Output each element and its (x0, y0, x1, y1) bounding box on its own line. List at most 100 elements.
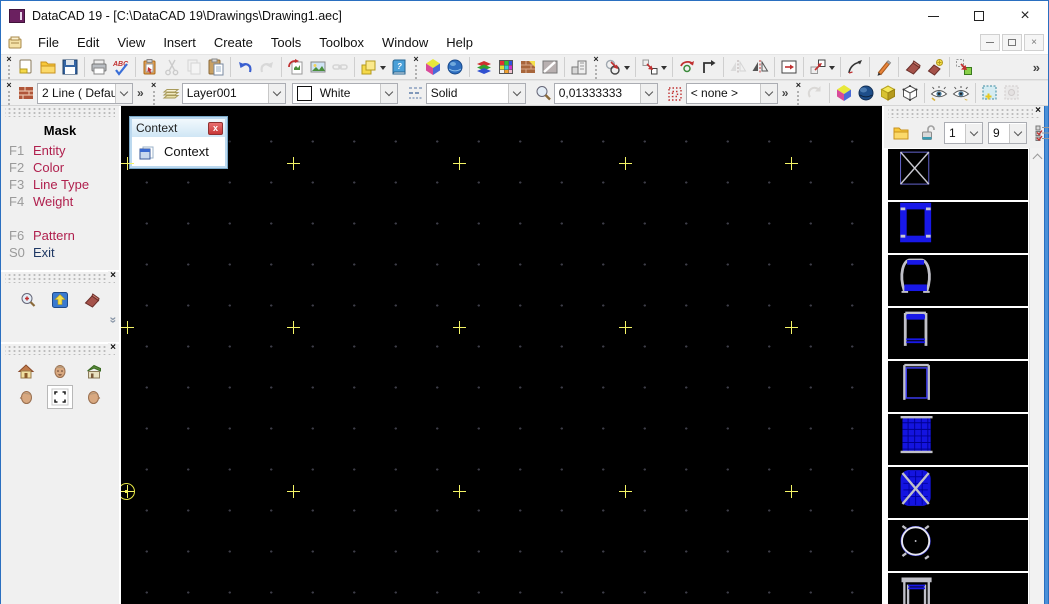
line-type-button[interactable] (404, 82, 426, 104)
symbol-chair-persp[interactable] (888, 255, 1028, 306)
toolbar-grip[interactable]: × (590, 55, 602, 79)
menu-edit[interactable]: Edit (68, 33, 108, 52)
view-fit-button[interactable] (47, 385, 73, 409)
wall-type-dropdown-button[interactable] (115, 84, 132, 103)
cut-button[interactable] (161, 56, 183, 78)
symbol-options-button[interactable] (1032, 122, 1049, 144)
page-dropdown-button[interactable] (965, 124, 982, 143)
context-tool-button[interactable]: Context (164, 144, 209, 159)
rotate-ccw-button[interactable] (676, 56, 698, 78)
symbol-xbox[interactable] (888, 149, 1028, 200)
symbol-cabinet-side[interactable] (888, 361, 1028, 412)
folder-open-button[interactable] (37, 56, 59, 78)
view-iso-button[interactable] (81, 359, 107, 383)
eraser-star-button[interactable] (924, 56, 946, 78)
minimize-button[interactable] (910, 1, 956, 31)
menu-create[interactable]: Create (205, 33, 262, 52)
hatch-button[interactable] (539, 56, 561, 78)
panel-grip[interactable]: × (5, 346, 115, 355)
panel-close-icon[interactable]: × (108, 271, 116, 281)
move-boxes-button[interactable] (639, 56, 669, 78)
mask-item-exit[interactable]: S0 Exit (1, 244, 119, 262)
toolbar-grip[interactable]: × (3, 55, 15, 79)
open-folder-button[interactable] (890, 122, 912, 144)
symbol-table-front[interactable] (888, 573, 1028, 604)
mdi-minimize-button[interactable] (980, 34, 1000, 51)
layers-button[interactable] (160, 82, 182, 104)
stretch-box-button[interactable] (778, 56, 800, 78)
panel-close-icon[interactable]: × (108, 343, 116, 353)
eraser-button[interactable] (902, 56, 924, 78)
wall-type-select[interactable]: 2 Line ( Defau (37, 83, 133, 104)
context-toolbar-window[interactable]: Context x Context (129, 116, 228, 169)
mask-item-color[interactable]: F2Color (1, 159, 119, 176)
enlarge-box-button[interactable] (807, 56, 837, 78)
mask-item-entity[interactable]: F1Entity (1, 142, 119, 159)
toolbar-grip[interactable]: × (3, 81, 15, 105)
building-button[interactable] (568, 56, 590, 78)
dropdown-arrow-icon[interactable] (661, 66, 667, 73)
panel-expander[interactable]: » (107, 315, 121, 326)
wire-cube-button[interactable] (899, 82, 921, 104)
symbol-wicker-top[interactable] (888, 414, 1028, 465)
maximize-button[interactable] (956, 1, 1002, 31)
layers-yellow-button[interactable] (358, 56, 388, 78)
dropdown-arrow-icon[interactable] (829, 66, 835, 73)
selection-remove-button[interactable] (1001, 82, 1023, 104)
line-type-dropdown-button[interactable] (508, 84, 525, 103)
image-button[interactable] (307, 56, 329, 78)
selection-add-button[interactable] (979, 82, 1001, 104)
menu-tools[interactable]: Tools (262, 33, 310, 52)
panel-grip[interactable]: × (888, 109, 1040, 118)
color-dropdown-button[interactable] (380, 84, 397, 103)
drawing-canvas[interactable]: Context x Context (121, 106, 882, 604)
layer-dropdown-button[interactable] (268, 84, 285, 103)
symbol-wicker-x[interactable] (888, 467, 1028, 518)
pattern-dropdown-button[interactable] (760, 84, 777, 103)
print-button[interactable] (88, 56, 110, 78)
mask-item-weight[interactable]: F4Weight (1, 193, 119, 210)
zoom-in-button[interactable] (17, 289, 39, 311)
view-home-button[interactable] (13, 359, 39, 383)
sidebar-grip[interactable] (5, 108, 115, 117)
view-go-button[interactable] (950, 82, 972, 104)
import-image-button[interactable] (285, 56, 307, 78)
menu-toolbox[interactable]: Toolbox (310, 33, 373, 52)
solid-cube-button[interactable] (877, 82, 899, 104)
spacing-button[interactable] (532, 82, 554, 104)
copy-button[interactable] (183, 56, 205, 78)
dropdown-arrow-icon[interactable] (380, 66, 386, 73)
line-type-select[interactable]: Solid (426, 83, 526, 104)
view-left-button[interactable] (13, 385, 39, 409)
toolbar-grip[interactable]: × (792, 81, 804, 105)
doc-new-button[interactable] (15, 56, 37, 78)
render-globe-button[interactable] (855, 82, 877, 104)
erase-button[interactable] (81, 289, 103, 311)
menu-file[interactable]: File (29, 33, 68, 52)
toolbar-grip[interactable]: × (148, 81, 160, 105)
view-front-button[interactable] (47, 359, 73, 383)
link-button[interactable] (329, 56, 351, 78)
mdi-restore-button[interactable] (1002, 34, 1022, 51)
group-overflow[interactable]: » (778, 86, 793, 100)
color-select[interactable]: White (292, 83, 398, 104)
color-cube-button[interactable] (422, 56, 444, 78)
panel-grip[interactable]: × (5, 274, 115, 283)
color-mode-button[interactable] (833, 82, 855, 104)
symbol-stool-top[interactable] (888, 520, 1028, 571)
menu-window[interactable]: Window (373, 33, 437, 52)
group-overflow[interactable]: » (133, 86, 148, 100)
menu-help[interactable]: Help (437, 33, 482, 52)
lock-button[interactable] (917, 122, 939, 144)
page-select[interactable]: 1 (944, 122, 983, 144)
rotate-path-button[interactable] (698, 56, 720, 78)
mirror-a-button[interactable] (727, 56, 749, 78)
panel-close-icon[interactable]: × (1033, 106, 1041, 116)
save-button[interactable] (59, 56, 81, 78)
redo-button[interactable] (256, 56, 278, 78)
pattern-button[interactable] (664, 82, 686, 104)
regenerate-button[interactable] (804, 82, 826, 104)
per-page-dropdown-button[interactable] (1009, 124, 1026, 143)
clipboard-special-button[interactable] (139, 56, 161, 78)
context-close-button[interactable]: x (208, 122, 223, 135)
